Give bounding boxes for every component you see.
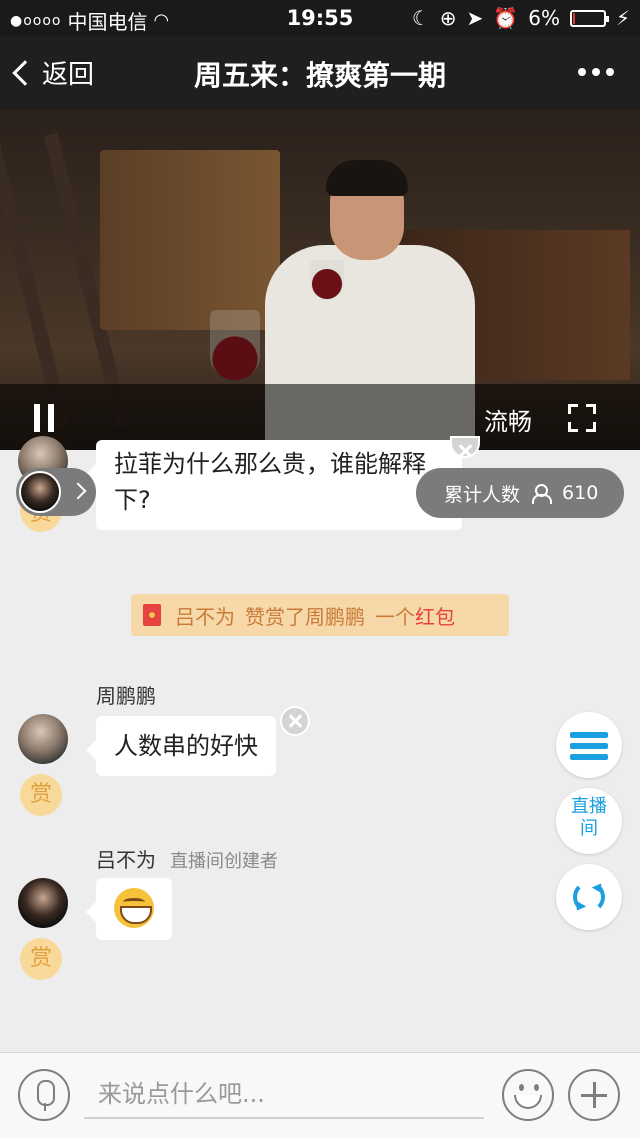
input-bar — [0, 1052, 640, 1138]
chat-bubble — [86, 878, 172, 940]
reward-button[interactable]: 赏 — [20, 938, 62, 980]
fullscreen-icon[interactable] — [568, 404, 596, 432]
people-icon — [532, 484, 553, 504]
reward-button[interactable]: 赏 — [20, 774, 62, 816]
page-title: 周五来：撩爽第一期 — [193, 59, 446, 92]
nav-bar: 返回 周五来：撩爽第一期 — [0, 36, 640, 110]
sender-name-text: 吕不为 — [96, 848, 156, 872]
reward-notice: 吕不为 赞赏了周鹏鹏 一个 红包 — [131, 594, 509, 636]
viewer-count-badge: 累计人数 610 — [416, 468, 624, 518]
message-text: 人数串的好快 — [114, 732, 258, 760]
reward-actor: 吕不为 — [175, 604, 235, 629]
emoji-eye — [519, 1084, 524, 1091]
close-icon[interactable] — [280, 706, 310, 736]
chevron-right-icon — [69, 482, 87, 500]
refresh-icon — [573, 881, 605, 913]
reward-item: 红包 — [415, 604, 455, 629]
viewer-count-label: 累计人数 — [444, 483, 521, 506]
more-dot — [592, 68, 600, 76]
emoji-icon[interactable] — [502, 1069, 554, 1121]
video-scene-person-hair — [326, 160, 408, 196]
reward-action: 赞赏了周鹏鹏 — [245, 604, 365, 629]
microphone-icon[interactable] — [18, 1069, 70, 1121]
red-envelope-icon — [143, 604, 161, 626]
charging-icon: ⚡ — [615, 6, 630, 30]
message-input[interactable] — [84, 1071, 484, 1119]
message-text: 拉菲为什么那么贵，谁能解释下? — [114, 450, 426, 514]
status-bar: ●oooo 中国电信 ◠ 19:55 ☾ ⊕ ➤ ⏰ 6% ⚡ — [0, 0, 640, 36]
live-room-button[interactable]: 直播 间 — [556, 788, 622, 854]
battery-percent: 6% — [528, 6, 560, 30]
battery-level — [572, 12, 575, 24]
avatar[interactable] — [18, 714, 68, 764]
emoji-eye — [534, 1084, 539, 1091]
video-scene-wine-glass — [310, 260, 344, 300]
grinning-face-icon — [114, 888, 154, 928]
more-options-button[interactable] — [578, 68, 614, 76]
refresh-button[interactable] — [556, 864, 622, 930]
chat-bubble: 人数串的好快 — [86, 716, 276, 776]
video-scene-wine-glass — [210, 310, 260, 380]
pause-icon[interactable] — [32, 404, 56, 432]
emoji-mouth — [514, 1095, 542, 1109]
reward-amount: 一个 — [375, 604, 415, 629]
moon-icon: ☾ — [411, 6, 430, 30]
viewer-count-value: 610 — [562, 482, 599, 504]
menu-button[interactable] — [556, 712, 622, 778]
quality-button[interactable]: 流畅 — [484, 402, 532, 437]
hamburger-menu-icon — [570, 732, 608, 760]
chat-bubble: 拉菲为什么那么贵，谁能解释下? — [86, 440, 462, 530]
more-dot — [606, 68, 614, 76]
battery-icon — [569, 9, 609, 27]
sender-name: 周鹏鹏 — [96, 684, 156, 708]
video-player[interactable]: 流畅 — [0, 110, 640, 450]
plus-icon[interactable] — [568, 1069, 620, 1121]
sender-name: 吕不为 直播间创建者 — [96, 844, 278, 873]
live-room-label: 直播 间 — [571, 796, 607, 839]
alarm-icon: ⏰ — [493, 6, 519, 30]
more-dot — [578, 68, 586, 76]
location-icon: ➤ — [466, 6, 484, 30]
sender-role: 直播间创建者 — [170, 851, 278, 872]
avatar[interactable] — [18, 878, 68, 928]
lock-rotation-icon: ⊕ — [439, 6, 457, 30]
host-avatar — [19, 471, 61, 513]
video-scene-shelf — [100, 150, 280, 330]
host-info-button[interactable] — [16, 468, 96, 516]
